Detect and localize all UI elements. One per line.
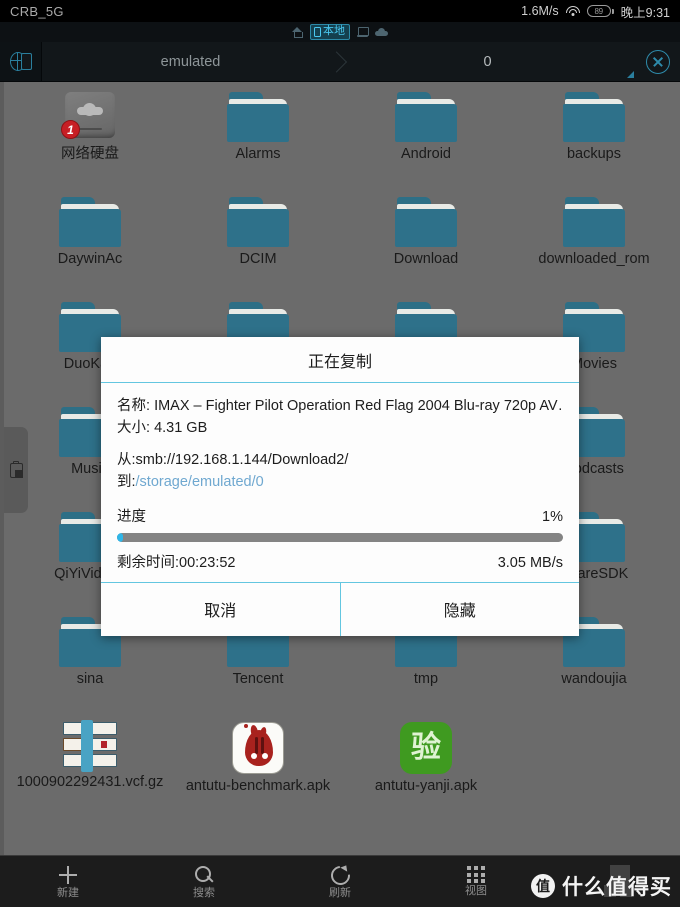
file-size-row: 大小: 4.31 GB [117, 417, 563, 439]
target-path-row: 到:/storage/emulated/0 [117, 471, 563, 493]
cancel-button[interactable]: 取消 [101, 583, 340, 636]
hide-button[interactable]: 隐藏 [339, 583, 580, 636]
progress-header: 进度 1% [117, 505, 563, 526]
nav-new-label: 新建 [57, 886, 79, 899]
source-label: 从: [117, 452, 136, 468]
progress-percent: 1% [542, 509, 563, 525]
watermark: 值 什么值得买 [531, 865, 672, 901]
dialog-actions: 取消 隐藏 [101, 582, 579, 636]
grid-icon [466, 866, 486, 883]
watermark-logo: 值 [531, 874, 555, 898]
nav-search[interactable]: 搜索 [136, 865, 272, 899]
file-size-label: 大小: [117, 420, 151, 436]
nav-refresh-label: 刷新 [329, 886, 351, 899]
plus-icon [58, 865, 78, 885]
progress-footer: 剩余时间:00:23:52 3.05 MB/s [117, 551, 563, 572]
progress-bar-fill [117, 533, 123, 542]
progress-bar [117, 533, 563, 542]
nav-view[interactable]: 视图 [408, 866, 544, 897]
search-icon [194, 865, 214, 885]
screen: CRB_5G 1.6M/s 89 晚上9:31 本地 emulated 0 1 … [0, 0, 680, 907]
dialog-body: 名称: IMAX – Fighter Pilot Operation Red F… [101, 383, 579, 582]
nav-new[interactable]: 新建 [0, 865, 136, 899]
dialog-scrim: 正在复制 名称: IMAX – Fighter Pilot Operation … [0, 0, 680, 907]
nav-refresh[interactable]: 刷新 [272, 865, 408, 899]
progress-label: 进度 [117, 509, 146, 525]
file-name-value: IMAX – Fighter Pilot Operation Red Flag … [154, 398, 563, 414]
target-value: /storage/emulated/0 [135, 474, 264, 490]
nav-search-label: 搜索 [193, 886, 215, 899]
dialog-title: 正在复制 [101, 337, 579, 383]
target-label: 到: [117, 474, 136, 490]
bottom-navigation-bar: 新建 搜索 刷新 视图 值 什么值得买 [0, 855, 680, 907]
copy-progress-dialog: 正在复制 名称: IMAX – Fighter Pilot Operation … [101, 337, 579, 636]
transfer-speed-label: 3.05 MB/s [497, 555, 563, 571]
file-size-value: 4.31 GB [154, 420, 208, 436]
refresh-icon [330, 865, 350, 885]
remaining-time-label: 剩余时间:00:23:52 [117, 555, 236, 571]
source-value: smb://192.168.1.144/Download2/ [135, 452, 349, 468]
watermark-text: 什么值得买 [562, 876, 672, 899]
file-name-row: 名称: IMAX – Fighter Pilot Operation Red F… [117, 395, 563, 417]
source-path-row: 从:smb://192.168.1.144/Download2/ [117, 449, 563, 471]
file-name-label: 名称: [117, 398, 151, 414]
nav-view-label: 视图 [465, 885, 487, 897]
